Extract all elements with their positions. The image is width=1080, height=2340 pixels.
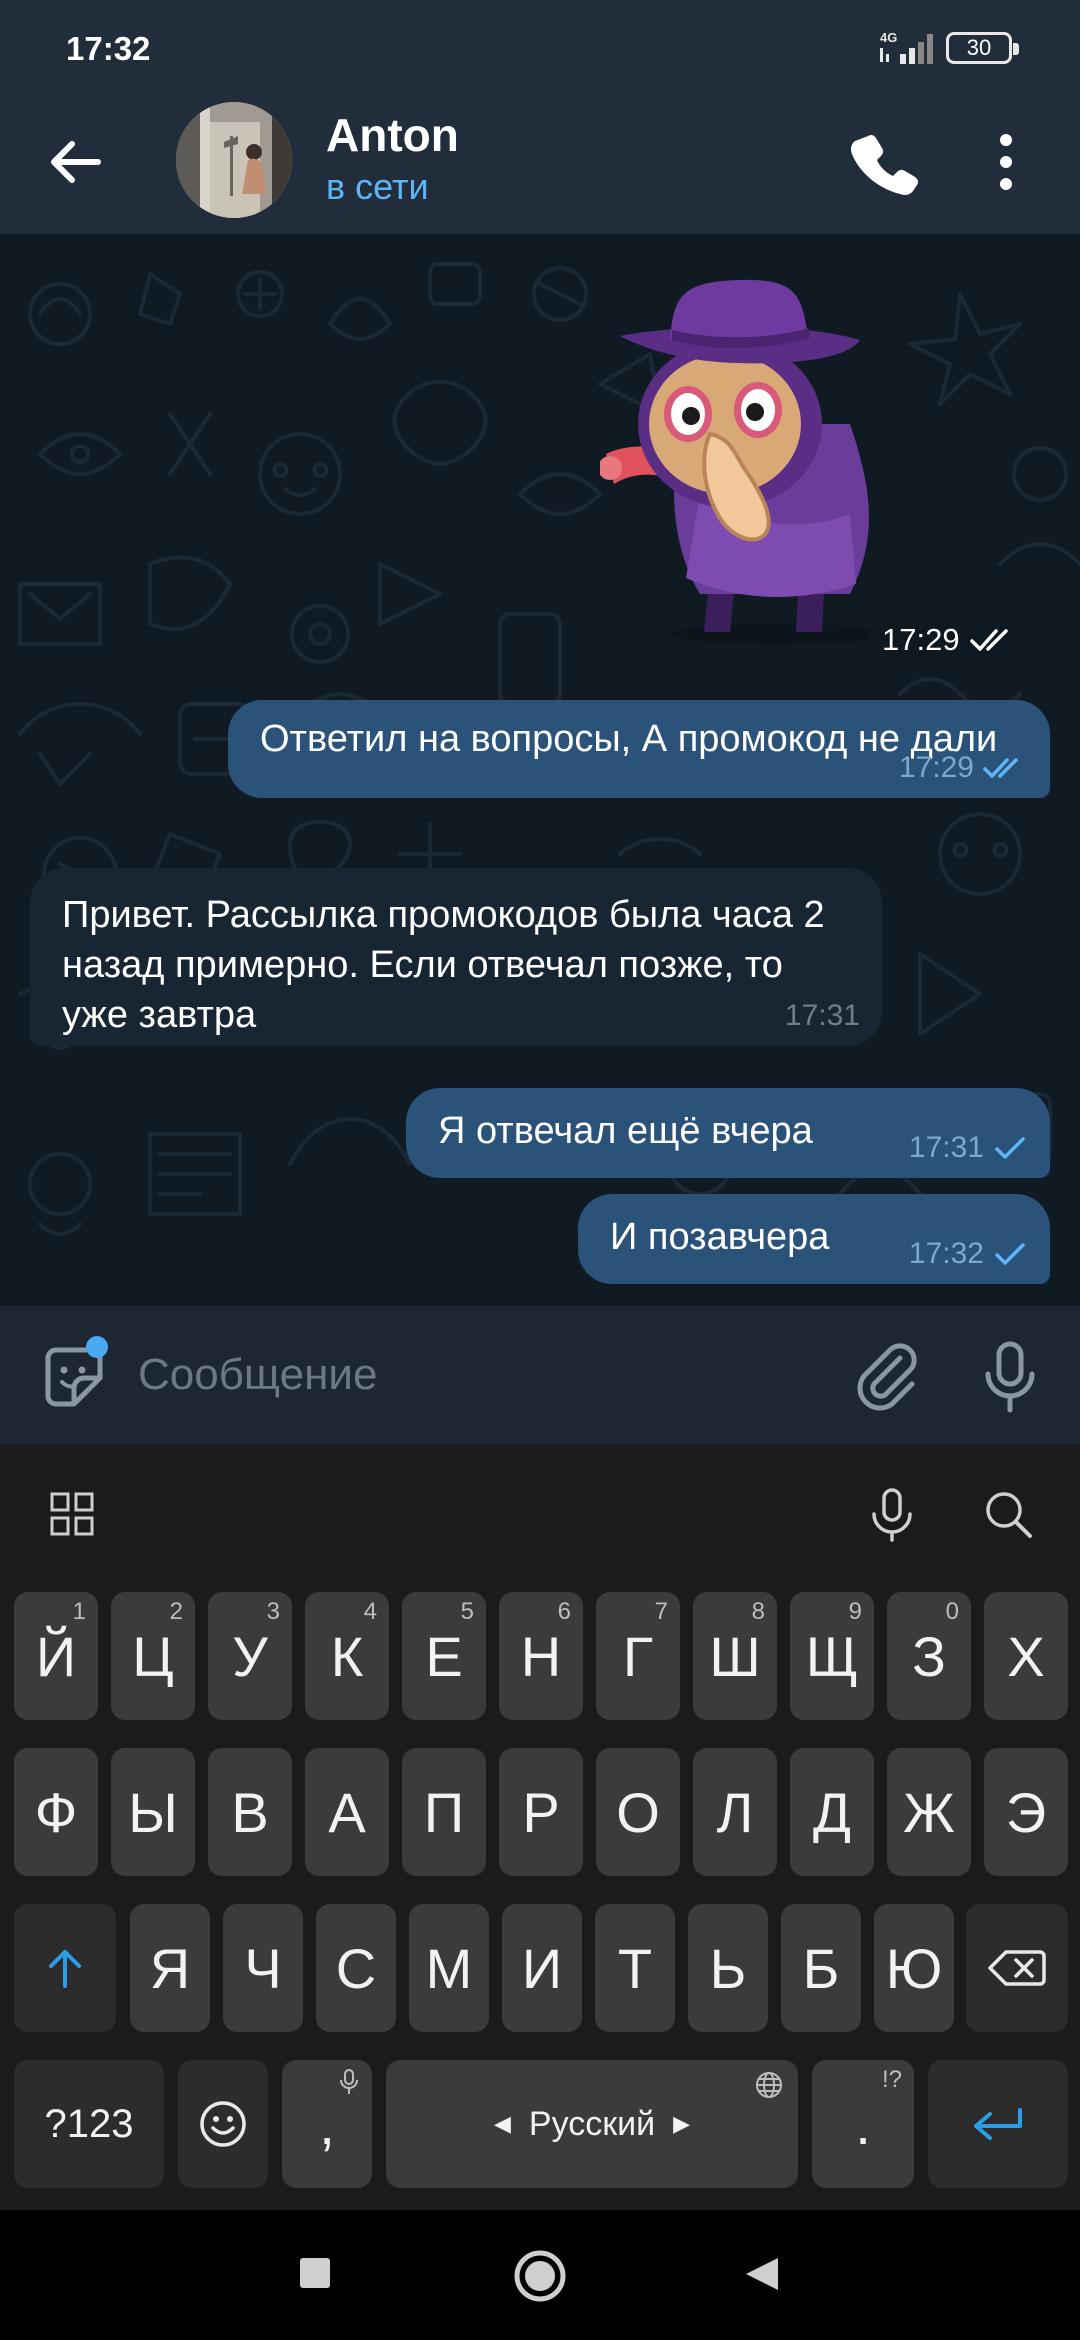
double-check-icon	[969, 629, 1008, 651]
plague-doctor-sticker[interactable]	[600, 274, 960, 654]
message-input[interactable]	[138, 1340, 818, 1410]
message-bubble-incoming[interactable]: Привет. Рассылка промокодов была часа 2 …	[30, 868, 882, 1046]
battery-icon: 30	[946, 32, 1019, 64]
message-meta: 17:32	[909, 1234, 1028, 1274]
sticker-meta: 17:29	[868, 616, 1030, 664]
message-time: 17:29	[898, 751, 974, 784]
key[interactable]: И	[502, 1904, 582, 2032]
key[interactable]: Ф	[14, 1748, 98, 1876]
key[interactable]: Д	[790, 1748, 874, 1876]
backspace-key[interactable]	[966, 1904, 1068, 2032]
back-arrow-icon[interactable]	[40, 126, 112, 198]
search-icon[interactable]	[978, 1484, 1038, 1544]
message-time: 17:31	[784, 999, 860, 1032]
recents-square-icon[interactable]	[298, 2256, 332, 2290]
key[interactable]: Н6	[499, 1592, 583, 1720]
key[interactable]: Й1	[14, 1592, 98, 1720]
key[interactable]: Ю	[874, 1904, 954, 2032]
status-bar: 17:32 4G 30	[0, 0, 1080, 90]
network-type: 4G	[880, 30, 897, 45]
enter-key[interactable]	[928, 2060, 1068, 2188]
key[interactable]: Я	[130, 1904, 210, 2032]
status-time: 17:32	[66, 30, 151, 67]
avatar[interactable]	[176, 102, 292, 218]
battery-level: 30	[966, 35, 992, 60]
backspace-icon	[988, 1950, 1046, 1986]
mic-hint-icon	[340, 2069, 358, 2094]
key[interactable]: О	[596, 1748, 680, 1876]
key[interactable]: Щ9	[790, 1592, 874, 1720]
key[interactable]: М	[409, 1904, 489, 2032]
key[interactable]: У3	[208, 1592, 292, 1720]
key[interactable]: С	[316, 1904, 396, 2032]
shift-arrow-icon	[49, 1950, 81, 1988]
key[interactable]: Е5	[402, 1592, 486, 1720]
more-vertical-icon[interactable]	[984, 124, 1028, 200]
voice-input-icon[interactable]	[862, 1484, 922, 1544]
key[interactable]: Ж	[887, 1748, 971, 1876]
smiley-icon	[200, 2101, 246, 2147]
key[interactable]: Ш8	[693, 1592, 777, 1720]
period-key[interactable]: .!?	[812, 2060, 914, 2188]
key[interactable]: Л	[693, 1748, 777, 1876]
message-meta: 17:31	[909, 1128, 1028, 1168]
key[interactable]: Ц2	[111, 1592, 195, 1720]
apps-grid-icon[interactable]	[42, 1484, 102, 1544]
key[interactable]: Ы	[111, 1748, 195, 1876]
chat-area[interactable]: 17:29 Ответил на вопросы, А промокод не …	[0, 234, 1080, 1306]
key[interactable]: Ь	[688, 1904, 768, 2032]
message-meta: 17:31	[785, 996, 860, 1036]
shift-key[interactable]	[14, 1904, 116, 2032]
message-time: 17:32	[908, 1237, 984, 1270]
home-circle-icon[interactable]	[512, 2248, 568, 2304]
key[interactable]: Г7	[596, 1592, 680, 1720]
check-icon	[995, 1137, 1025, 1159]
comma-key[interactable]: ,	[282, 2060, 372, 2188]
sticker-time: 17:29	[882, 622, 960, 657]
space-key[interactable]: ◀ Русский ▶	[386, 2060, 798, 2188]
signal-icon: 4G	[880, 30, 933, 64]
system-nav-bar	[0, 2210, 1080, 2340]
message-bubble-outgoing[interactable]: Я отвечал ещё вчера 17:31	[406, 1088, 1050, 1178]
language-next-icon: ▶	[673, 2111, 690, 2136]
message-text: Привет. Рассылка промокодов была часа 2 …	[62, 894, 825, 1036]
check-icon	[995, 1243, 1025, 1265]
key[interactable]: З0	[887, 1592, 971, 1720]
key[interactable]: Б	[781, 1904, 861, 2032]
message-bubble-outgoing[interactable]: Ответил на вопросы, А промокод не дали 1…	[228, 700, 1050, 798]
key[interactable]: Х	[984, 1592, 1068, 1720]
enter-arrow-icon	[974, 2108, 1022, 2140]
microphone-icon[interactable]	[974, 1338, 1046, 1414]
key[interactable]: Р	[499, 1748, 583, 1876]
paperclip-icon[interactable]	[852, 1340, 924, 1412]
space-label: Русский	[528, 2104, 656, 2143]
contact-status: в сети	[326, 166, 429, 207]
message-meta: 17:29	[899, 748, 1028, 788]
globe-icon	[756, 2072, 782, 2098]
contact-name[interactable]: Anton	[326, 108, 459, 162]
keyboard: Й1 Ц2 У3 К4 Е5 Н6 Г7 Ш8 Щ9 З0 Х Ф Ы В А …	[0, 1444, 1080, 2210]
chat-header: Anton в сети	[0, 90, 1080, 234]
message-bubble-outgoing[interactable]: И позавчера 17:32	[578, 1194, 1050, 1284]
double-check-icon	[983, 758, 1018, 778]
key[interactable]: В	[208, 1748, 292, 1876]
emoji-key[interactable]	[178, 2060, 268, 2188]
key[interactable]: Т	[595, 1904, 675, 2032]
key[interactable]: Ч	[223, 1904, 303, 2032]
message-time: 17:31	[908, 1131, 984, 1164]
back-triangle-icon[interactable]	[742, 2254, 782, 2294]
symbols-key[interactable]: ?123	[14, 2060, 164, 2188]
language-prev-icon: ◀	[494, 2111, 511, 2136]
key[interactable]: П	[402, 1748, 486, 1876]
key[interactable]: К4	[305, 1592, 389, 1720]
key[interactable]: Э	[984, 1748, 1068, 1876]
notification-dot	[86, 1336, 108, 1358]
message-composer	[0, 1306, 1080, 1444]
phone-icon[interactable]	[846, 124, 922, 200]
key[interactable]: А	[305, 1748, 389, 1876]
